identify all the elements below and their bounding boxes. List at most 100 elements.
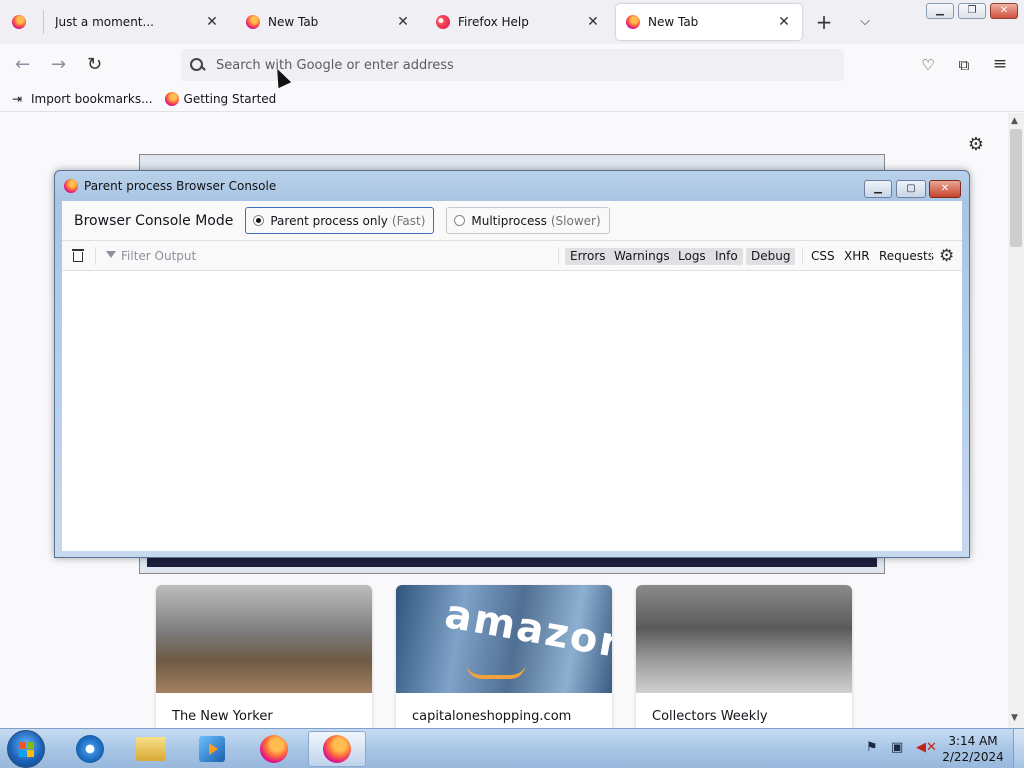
firefox-icon — [164, 91, 179, 106]
console-mode-bar: Browser Console Mode Parent process only… — [62, 201, 962, 241]
navigation-toolbar: ← → ↻ Search with Google or enter addres… — [0, 44, 1024, 86]
mode-sublabel: (Fast) — [391, 213, 426, 228]
firefox-icon — [626, 15, 640, 29]
tile-label: Collectors Weekly — [652, 709, 768, 724]
firefox-icon — [246, 15, 260, 29]
taskbar-media-player[interactable] — [188, 731, 236, 767]
tab-1[interactable]: Just a moment... ✕ — [45, 4, 230, 40]
pocket-icon[interactable]: ♡ — [919, 56, 937, 74]
top-site-tile-new-yorker[interactable]: The New Yorker — [156, 585, 372, 735]
tile-label: The New Yorker — [172, 709, 273, 724]
filter-warnings-button[interactable]: Warnings — [609, 248, 675, 265]
tile-label: capitaloneshopping.com — [412, 709, 572, 724]
close-icon[interactable]: ✕ — [585, 14, 601, 30]
console-maximize-button[interactable]: ▢ — [896, 180, 926, 198]
volume-muted-icon[interactable]: ◀✕ — [916, 741, 937, 755]
trash-icon[interactable] — [72, 249, 84, 263]
bookmark-getting-started[interactable]: Getting Started — [164, 91, 277, 106]
radio-selected-icon — [253, 215, 265, 226]
bookmark-label: Import bookmarks... — [31, 91, 153, 106]
reload-icon[interactable]: ↻ — [87, 55, 102, 75]
toolbar-separator — [95, 247, 96, 265]
console-output[interactable] — [62, 271, 962, 551]
background-dialog-bar — [147, 557, 877, 567]
page-scrollbar[interactable]: ▲ ▼ — [1008, 113, 1024, 728]
close-icon[interactable]: ✕ — [204, 14, 220, 30]
filter-errors-button[interactable]: Errors — [565, 248, 611, 265]
mode-label: Multiprocess — [471, 213, 547, 228]
browser-console-window: Parent process Browser Console ▁ ▢ ✕ Bro… — [54, 170, 970, 558]
tab-3[interactable]: Firefox Help ✕ — [426, 4, 611, 40]
menu-hamburger-icon[interactable]: ≡ — [991, 55, 1009, 73]
filter-debug-button[interactable]: Debug — [746, 248, 796, 265]
filter-requests-button[interactable]: Requests — [879, 248, 934, 265]
filter-css-button[interactable]: CSS — [811, 248, 835, 265]
mode-multiprocess[interactable]: Multiprocess (Slower) — [446, 207, 610, 234]
gear-icon[interactable]: ⚙ — [966, 135, 986, 155]
firefox-view-button[interactable] — [0, 4, 44, 40]
start-button[interactable] — [7, 730, 45, 768]
filter-placeholder: Filter Output — [121, 249, 197, 263]
console-title: Parent process Browser Console — [84, 179, 277, 193]
clock-date: 2/22/2024 — [942, 750, 1004, 764]
console-body: Browser Console Mode Parent process only… — [62, 201, 962, 551]
console-settings-gear-icon[interactable]: ⚙ — [939, 246, 954, 266]
tile-thumbnail: amazon — [396, 585, 612, 693]
show-desktop-button[interactable] — [1013, 729, 1024, 768]
media-player-icon — [199, 736, 225, 762]
firefox-help-icon — [436, 15, 450, 29]
windows-taskbar: ⚑ ▣ ◀✕ 3:14 AM 2/22/2024 — [0, 728, 1024, 768]
toolbar-separator — [802, 247, 803, 265]
import-icon: ⇥ — [12, 91, 23, 106]
tab-2[interactable]: New Tab ✕ — [236, 4, 421, 40]
top-site-tile-capitalone[interactable]: amazon capitaloneshopping.com — [396, 585, 612, 735]
internet-explorer-icon — [76, 735, 104, 763]
radio-unselected-icon — [454, 215, 466, 226]
mode-parent-process-only[interactable]: Parent process only (Fast) — [245, 207, 435, 234]
bookmark-label: Getting Started — [183, 91, 277, 106]
console-close-button[interactable]: ✕ — [929, 180, 961, 198]
console-minimize-button[interactable]: ▁ — [864, 180, 892, 198]
filter-output-input[interactable]: Filter Output — [106, 249, 196, 263]
list-all-tabs-chevron-icon[interactable]: ⌵ — [856, 13, 874, 31]
firefox-icon — [323, 735, 351, 763]
tab-title: New Tab — [648, 15, 699, 29]
console-filter-bar: Filter Output Errors Warnings Logs Info … — [62, 241, 962, 271]
filter-funnel-icon — [106, 251, 116, 261]
extensions-puzzle-icon[interactable]: ⧉ — [955, 56, 973, 74]
new-tab-plus-icon[interactable]: + — [815, 12, 833, 32]
taskbar-file-explorer[interactable] — [127, 731, 175, 767]
address-bar-placeholder: Search with Google or enter address — [216, 57, 454, 73]
mode-label: Parent process only — [270, 213, 388, 228]
taskbar-firefox[interactable] — [250, 731, 298, 767]
action-center-flag-icon[interactable]: ⚑ — [866, 741, 878, 755]
network-icon[interactable]: ▣ — [891, 741, 903, 755]
tab-separator — [43, 10, 44, 34]
tile-thumbnail — [156, 585, 372, 693]
close-window-button[interactable]: ✕ — [990, 3, 1018, 19]
firefox-icon — [12, 15, 26, 29]
taskbar-firefox-active[interactable] — [308, 731, 366, 767]
console-titlebar[interactable]: Parent process Browser Console — [55, 171, 969, 201]
scroll-down-icon[interactable]: ▼ — [1011, 713, 1018, 723]
bookmark-import[interactable]: ⇥ Import bookmarks... — [12, 92, 153, 106]
close-icon[interactable]: ✕ — [776, 14, 792, 30]
taskbar-internet-explorer[interactable] — [66, 731, 114, 767]
filter-xhr-button[interactable]: XHR — [844, 248, 870, 265]
system-clock[interactable]: 3:14 AM 2/22/2024 — [938, 733, 1008, 765]
tile-thumbnail — [636, 585, 852, 693]
console-mode-label: Browser Console Mode — [74, 212, 234, 229]
top-site-tile-collectors-weekly[interactable]: Collectors Weekly — [636, 585, 852, 735]
forward-arrow-icon[interactable]: → — [51, 55, 66, 75]
minimize-button[interactable]: ▁ — [926, 3, 954, 19]
toolbar-separator — [931, 247, 932, 265]
filter-info-button[interactable]: Info — [710, 248, 743, 265]
filter-logs-button[interactable]: Logs — [673, 248, 711, 265]
tab-4-active[interactable]: New Tab ✕ — [616, 4, 802, 40]
scrollbar-thumb[interactable] — [1010, 129, 1022, 247]
scroll-up-icon[interactable]: ▲ — [1011, 116, 1018, 126]
folder-icon — [136, 737, 166, 761]
restore-button[interactable]: ❐ — [958, 3, 986, 19]
close-icon[interactable]: ✕ — [395, 14, 411, 30]
back-arrow-icon[interactable]: ← — [15, 55, 30, 75]
